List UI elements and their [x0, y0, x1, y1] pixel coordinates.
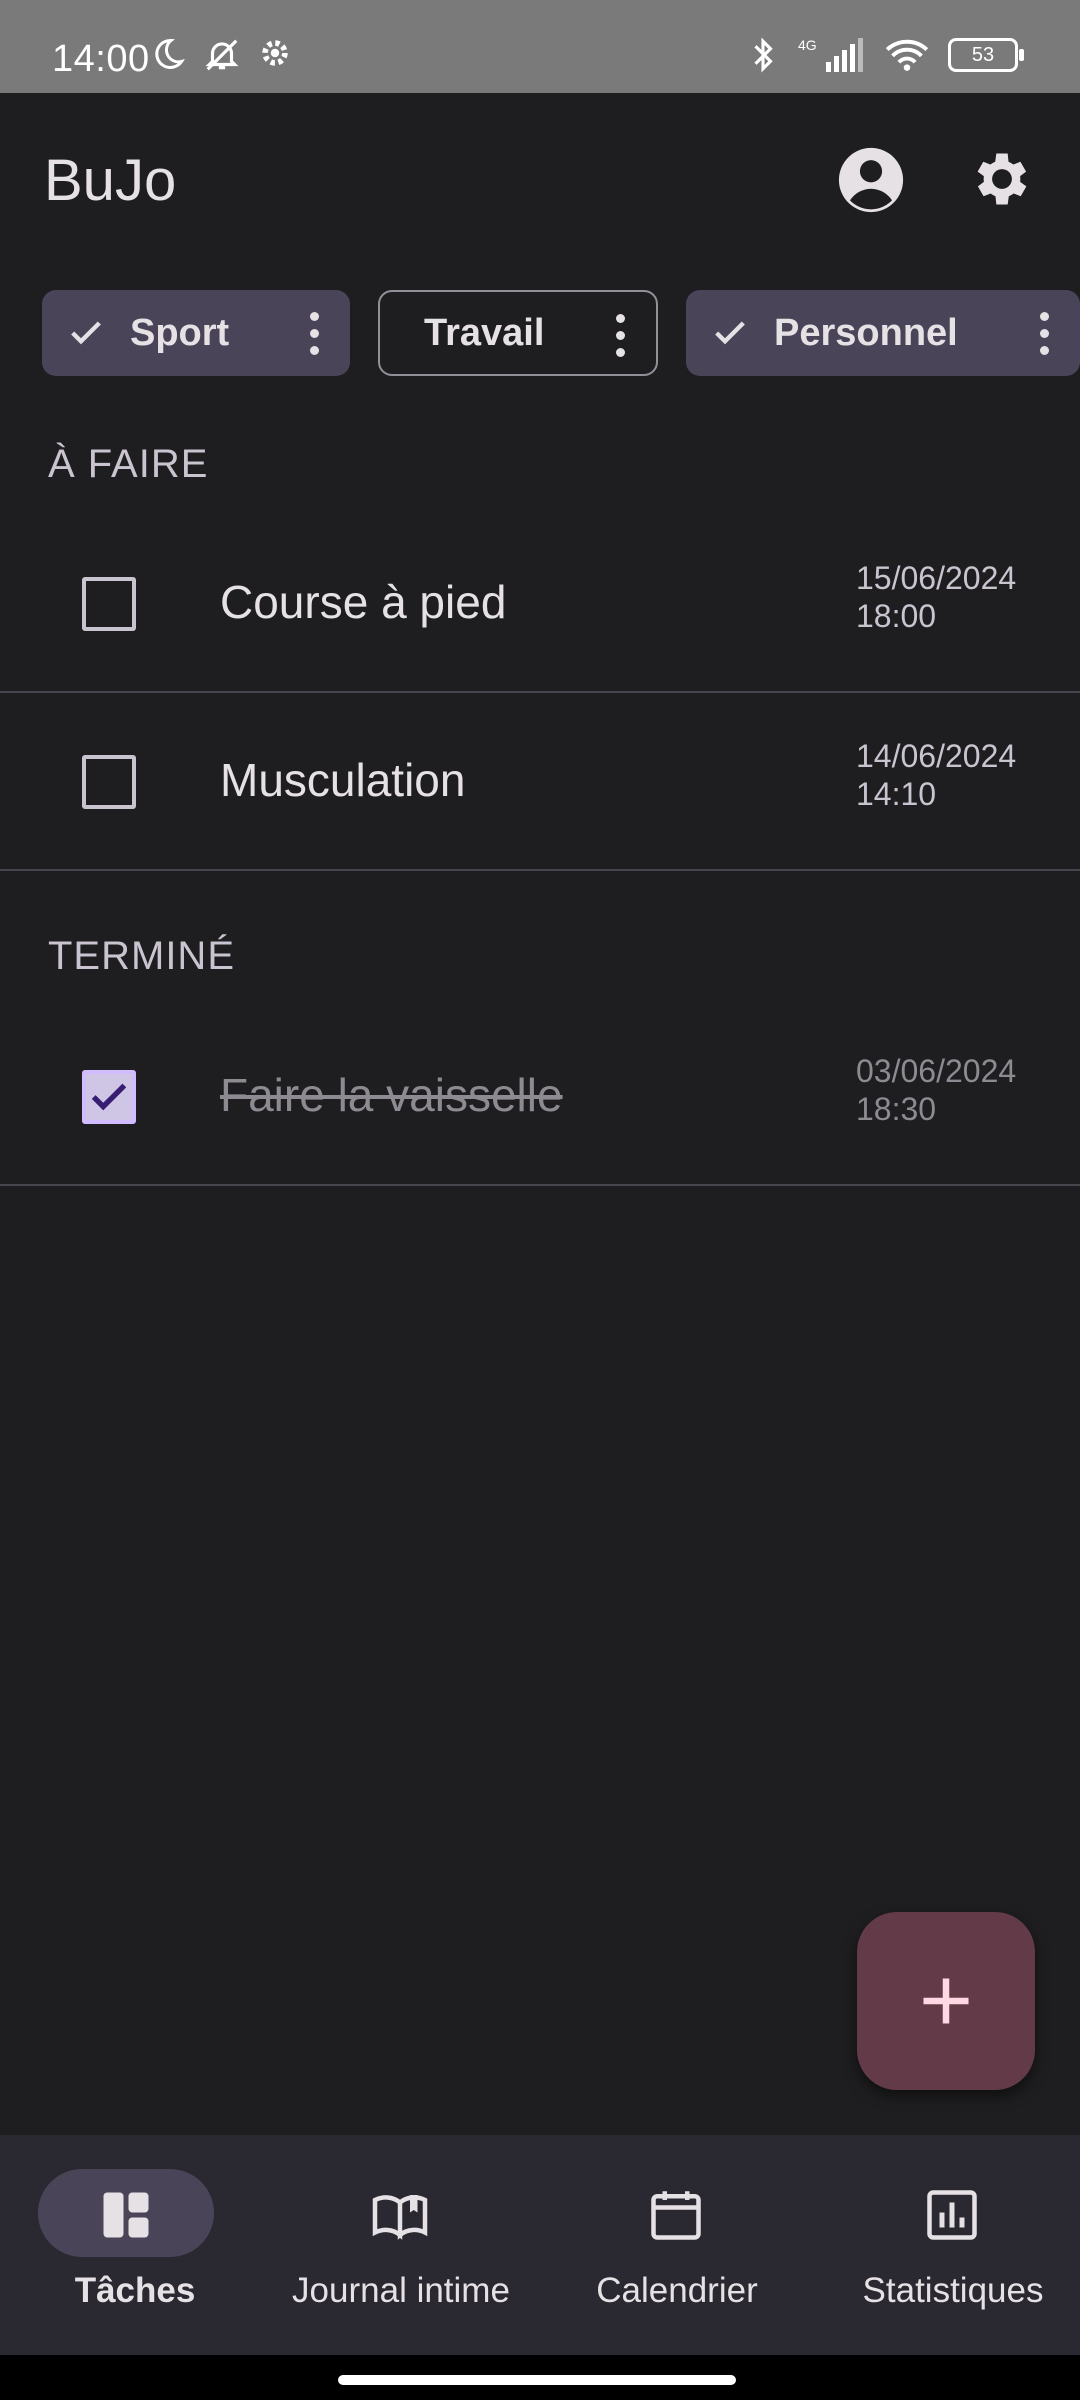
- nav-item-journal[interactable]: Journal intime: [266, 2135, 536, 2355]
- nav-label: Calendrier: [596, 2271, 758, 2310]
- check-icon: [91, 1083, 127, 1111]
- add-task-button[interactable]: [857, 1912, 1035, 2090]
- calendar-icon: [651, 2191, 701, 2240]
- nav-label: Statistiques: [862, 2271, 1044, 2310]
- task-title: Musculation: [220, 754, 466, 806]
- account-button[interactable]: [836, 145, 906, 215]
- task-checkbox[interactable]: [82, 755, 136, 809]
- check-icon: [71, 321, 101, 345]
- section-header-todo: À FAIRE: [48, 442, 209, 486]
- more-vert-icon[interactable]: [1040, 312, 1050, 356]
- task-time: 14:10: [856, 776, 937, 812]
- task-time: 18:30: [856, 1091, 937, 1127]
- wifi-icon: [885, 39, 929, 71]
- app-title: BuJo: [44, 148, 177, 213]
- nav-item-taches[interactable]: Tâches: [0, 2135, 270, 2355]
- task-title: Course à pied: [220, 576, 507, 628]
- chip-travail[interactable]: Travail: [378, 290, 658, 376]
- chip-label: Sport: [130, 311, 230, 354]
- nav-label: Journal intime: [292, 2271, 510, 2310]
- settings-button[interactable]: [968, 145, 1038, 215]
- task-checkbox[interactable]: [82, 577, 136, 631]
- category-filter-chips: Sport Travail Personnel: [42, 290, 1080, 378]
- task-title: Faire la vaisselle: [220, 1069, 563, 1121]
- task-checkbox-checked[interactable]: [82, 1070, 136, 1124]
- check-icon: [715, 321, 745, 345]
- section-header-done: TERMINÉ: [48, 934, 235, 978]
- status-time: 14:00: [52, 38, 150, 80]
- settings-icon: [977, 153, 1027, 205]
- more-vert-icon[interactable]: [616, 314, 626, 358]
- task-row[interactable]: Faire la vaisselle 03/06/2024 18:30: [0, 1008, 1080, 1186]
- status-bar: 14:00 4G 53: [0, 0, 1080, 93]
- nav-label: Tâches: [74, 2271, 196, 2310]
- task-date: 14/06/2024: [856, 738, 1017, 774]
- task-date: 15/06/2024: [856, 560, 1017, 596]
- book-icon: [372, 2195, 428, 2240]
- task-datetime: 15/06/2024 18:00: [856, 559, 1016, 635]
- chip-sport[interactable]: Sport: [42, 290, 350, 376]
- nav-item-calendrier[interactable]: Calendrier: [542, 2135, 812, 2355]
- task-row[interactable]: Musculation 14/06/2024 14:10: [0, 693, 1080, 871]
- chip-label: Travail: [424, 311, 545, 354]
- task-date: 03/06/2024: [856, 1053, 1017, 1089]
- task-datetime: 03/06/2024 18:30: [856, 1052, 1016, 1128]
- gesture-handle[interactable]: [338, 2375, 736, 2385]
- dashboard-icon: [103, 2192, 149, 2238]
- task-time: 18:00: [856, 598, 937, 634]
- chip-label: Personnel: [774, 311, 958, 354]
- plus-icon: [923, 1978, 969, 2024]
- svg-text:4G: 4G: [798, 37, 817, 53]
- moon-icon: [155, 38, 185, 69]
- bluetooth-icon: [754, 37, 773, 73]
- battery-icon: 53: [948, 38, 1024, 72]
- gear-icon: [262, 40, 288, 66]
- account-icon: [838, 147, 904, 213]
- task-row[interactable]: Course à pied 15/06/2024 18:00: [0, 515, 1080, 693]
- signal-4g-icon: 4G: [798, 37, 863, 72]
- mute-icon: [205, 39, 239, 71]
- chart-icon: [927, 2190, 977, 2240]
- task-datetime: 14/06/2024 14:10: [856, 737, 1016, 813]
- gesture-bar: [0, 2355, 1080, 2400]
- nav-item-statistiques[interactable]: Statistiques: [818, 2135, 1080, 2355]
- app-bar: BuJo: [0, 93, 1080, 268]
- more-vert-icon[interactable]: [310, 312, 320, 356]
- chip-personnel[interactable]: Personnel: [686, 290, 1080, 376]
- bottom-navigation: Tâches Journal intime Calendrier Statist…: [0, 2135, 1080, 2355]
